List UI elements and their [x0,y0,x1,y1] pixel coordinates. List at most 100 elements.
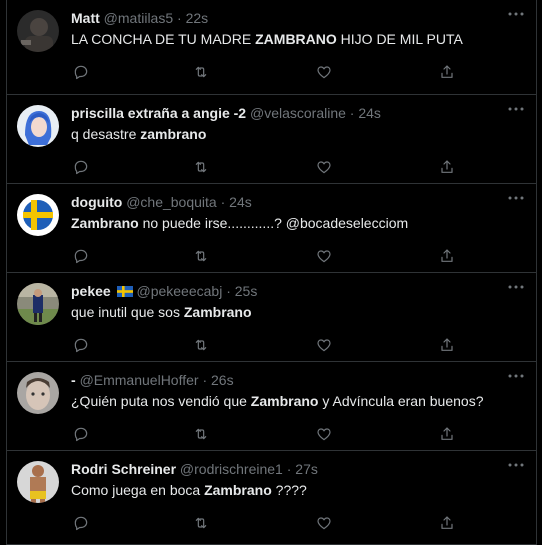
separator-dot: · [202,372,208,388]
tweet-text: Zambrano no puede irse............? @boc… [71,214,524,233]
retweet-icon[interactable] [191,513,211,533]
tweet-content: priscilla extraña a angie -2 @velascoral… [71,104,524,144]
avatar[interactable] [17,194,59,236]
highlighted-term: Zambrano [183,304,252,320]
separator-dot: · [177,10,182,26]
more-dots-icon[interactable] [506,279,526,295]
text-segment: Como juega en boca [71,482,205,498]
text-segment: que inutil que sos [71,304,184,320]
tweet-item[interactable]: Matt @matiilas5 · 22s LA CONCHA DE TU MAD… [7,0,536,95]
tweet-feed: Matt @matiilas5 · 22s LA CONCHA DE TU MAD… [6,0,537,545]
tweet-text: LA CONCHA DE TU MADRE ZAMBRANO HIJO DE M… [71,30,524,49]
share-icon[interactable] [437,62,457,82]
reply-icon[interactable] [71,335,91,355]
author-name[interactable]: - [71,372,76,388]
text-segment: y Advíncula eran buenos? [318,393,484,409]
author-name[interactable]: priscilla extraña a angie -2 [71,105,246,121]
tweet-content: doguito @che_boquita · 24s Zambrano no pu… [71,193,524,233]
like-icon[interactable] [314,513,334,533]
tweet-timestamp[interactable]: 22s [186,10,209,26]
tweet-item[interactable]: - @EmmanuelHoffer · 26s ¿Quién puta nos v… [7,362,536,451]
avatar[interactable] [17,283,59,325]
like-icon[interactable] [314,157,334,177]
tweet-item[interactable]: pekee @pekeeecabj · 25s que inutil que so… [7,273,536,362]
more-dots-icon[interactable] [506,6,526,22]
text-segment: ¿Quién puta nos vendió que [71,393,251,409]
tweet-timestamp[interactable]: 27s [295,461,318,477]
tweet-timestamp[interactable]: 24s [229,194,252,210]
tweet-content: Rodri Schreiner @rodrischreine1 · 27s Com… [71,460,524,500]
tweet-text: que inutil que sos Zambrano [71,303,524,322]
tweet-header: priscilla extraña a angie -2 @velascoral… [71,104,524,122]
tweet-timestamp[interactable]: 26s [211,372,234,388]
separator-dot: · [226,283,231,299]
more-dots-icon[interactable] [506,457,526,473]
author-name[interactable]: Matt [71,10,100,26]
reply-icon[interactable] [71,62,91,82]
tweet-header: pekee @pekeeecabj · 25s [71,282,524,300]
author-handle[interactable]: @che_boquita [126,194,217,210]
more-dots-icon[interactable] [506,368,526,384]
avatar[interactable] [17,105,59,147]
highlighted-term: Zambrano [250,393,319,409]
highlighted-term: zambrano [140,126,207,142]
share-icon[interactable] [437,157,457,177]
tweet-actions [71,335,461,355]
author-handle[interactable]: @EmmanuelHoffer [80,372,199,388]
author-handle[interactable]: @pekeeecabj [136,283,222,299]
highlighted-term: Zambrano [204,482,272,498]
share-icon[interactable] [437,335,457,355]
avatar[interactable] [17,10,59,52]
like-icon[interactable] [314,424,334,444]
reply-icon[interactable] [71,513,91,533]
like-icon[interactable] [314,246,334,266]
retweet-icon[interactable] [191,424,211,444]
author-handle[interactable]: @velascoraline [250,105,346,121]
tweet-header: Matt @matiilas5 · 22s [71,9,524,27]
avatar[interactable] [17,372,59,414]
share-icon[interactable] [437,424,457,444]
more-dots-icon[interactable] [506,190,526,206]
share-icon[interactable] [437,246,457,266]
separator-dot: · [286,461,292,477]
sweden-flag-icon [116,283,133,297]
author-handle[interactable]: @matiilas5 [104,10,173,26]
like-icon[interactable] [314,62,334,82]
retweet-icon[interactable] [191,335,211,355]
reply-icon[interactable] [71,157,91,177]
reply-icon[interactable] [71,246,91,266]
tweet-timestamp[interactable]: 25s [235,283,258,299]
author-handle[interactable]: @rodrischreine1 [180,461,283,477]
tweet-actions [71,62,461,82]
tweet-header: Rodri Schreiner @rodrischreine1 · 27s [71,460,524,478]
reply-icon[interactable] [71,424,91,444]
retweet-icon[interactable] [191,157,211,177]
tweet-text: ¿Quién puta nos vendió que Zambrano y Ad… [71,392,524,411]
tweet-text: Como juega en boca Zambrano ???? [71,481,524,500]
tweet-content: pekee @pekeeecabj · 25s que inutil que so… [71,282,524,322]
tweet-timestamp[interactable]: 24s [358,105,381,121]
author-name[interactable]: Rodri Schreiner [71,461,176,477]
like-icon[interactable] [314,335,334,355]
tweet-header: - @EmmanuelHoffer · 26s [71,371,524,389]
retweet-icon[interactable] [191,246,211,266]
more-dots-icon[interactable] [506,101,526,117]
text-segment: LA CONCHA DE TU MADRE [71,31,256,47]
avatar[interactable] [17,461,59,503]
tweet-actions [71,246,461,266]
share-icon[interactable] [437,513,457,533]
author-name[interactable]: doguito [71,194,122,210]
highlighted-term: ZAMBRANO [255,31,337,47]
text-segment: no puede irse............? @bocadeselecc… [138,215,409,231]
tweet-item[interactable]: doguito @che_boquita · 24s Zambrano no pu… [7,184,536,273]
tweet-item[interactable]: Rodri Schreiner @rodrischreine1 · 27s Com… [7,451,536,545]
author-name[interactable]: pekee [71,283,111,299]
tweet-actions [71,157,461,177]
tweet-header: doguito @che_boquita · 24s [71,193,524,211]
tweet-item[interactable]: priscilla extraña a angie -2 @velascoral… [7,95,536,184]
retweet-icon[interactable] [191,62,211,82]
tweet-actions [71,424,461,444]
highlighted-term: Zambrano [71,215,139,231]
tweet-actions [71,513,461,533]
tweet-content: - @EmmanuelHoffer · 26s ¿Quién puta nos v… [71,371,524,411]
